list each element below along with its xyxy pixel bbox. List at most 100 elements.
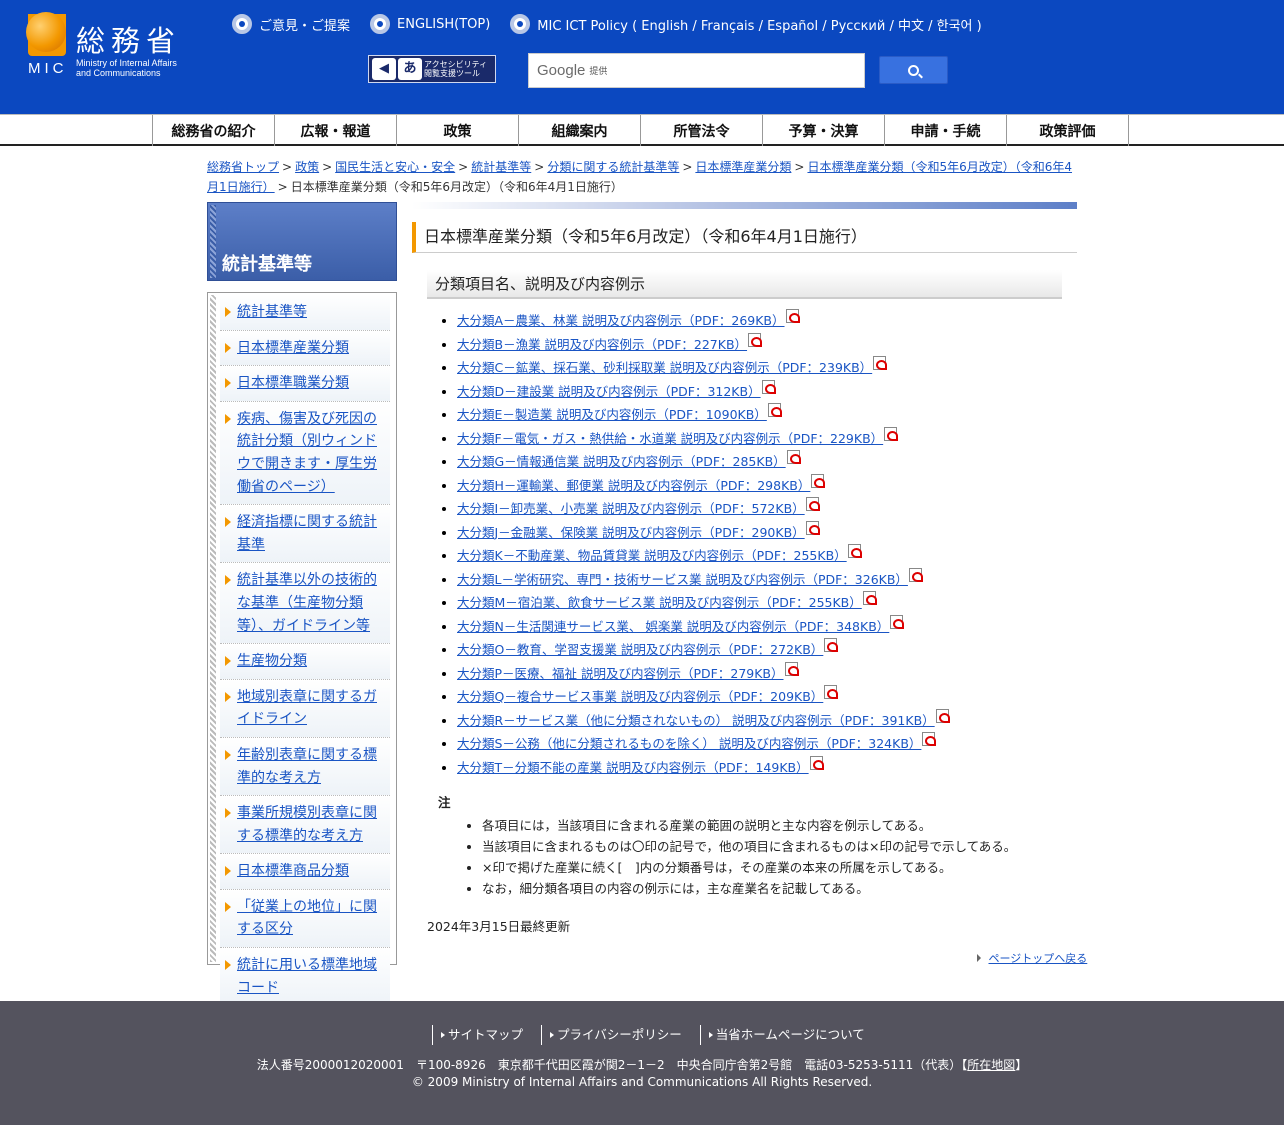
pdf-icon <box>873 356 888 370</box>
sidebar-item-link[interactable]: 統計基準以外の技術的な基準（生産物分類等）、ガイドライン等 <box>237 572 377 633</box>
sidebar-item-link[interactable]: 日本標準職業分類 <box>237 375 349 391</box>
english-top-link[interactable]: ENGLISH(TOP) <box>370 14 490 34</box>
list-item: 大分類M－宿泊業、飲食サービス業 説明及び内容例示（PDF：255KB） <box>457 591 1067 615</box>
gnav-item-budget[interactable]: 予算・決算 <box>763 115 885 146</box>
pdf-link[interactable]: 大分類H－運輸業、郵便業 説明及び内容例示（PDF：298KB） <box>457 478 810 493</box>
sidebar-item-link[interactable]: 日本標準商品分類 <box>237 863 349 879</box>
list-item: 大分類D－建設業 説明及び内容例示（PDF：312KB） <box>457 379 1067 404</box>
pdf-link[interactable]: 大分類J－金融業、保険業 説明及び内容例示（PDF：290KB） <box>457 525 805 540</box>
pdf-icon <box>935 708 950 723</box>
gnav-item-press[interactable]: 広報・報道 <box>275 115 397 146</box>
pdf-icon <box>748 332 763 347</box>
sidebar-item-link[interactable]: 地域別表章に関するガイドライン <box>237 689 377 728</box>
sidebar-item-link[interactable]: 日本標準産業分類 <box>237 340 349 356</box>
pdf-link[interactable]: 大分類M－宿泊業、飲食サービス業 説明及び内容例示（PDF：255KB） <box>457 595 862 610</box>
pdf-link[interactable]: 大分類R－サービス業（他に分類されないもの） 説明及び内容例示（PDF：391K… <box>457 713 935 728</box>
map-bracket-close: 】 <box>1015 1058 1028 1072</box>
sidebar-item: 経済指標に関する統計基準 <box>220 505 390 564</box>
pdf-link[interactable]: 大分類D－建設業 説明及び内容例示（PDF：312KB） <box>457 384 761 399</box>
sidebar-item-link[interactable]: 生産物分類 <box>237 653 307 669</box>
list-item: 大分類T－分類不能の産業 説明及び内容例示（PDF：149KB） <box>457 755 1067 780</box>
reading-icon: あ <box>398 58 422 80</box>
pdf-link[interactable]: 大分類L－学術研究、専門・技術サービス業 説明及び内容例示（PDF：326KB） <box>457 572 908 587</box>
breadcrumb-link-jsic[interactable]: 日本標準産業分類 <box>695 160 791 174</box>
site-header: 総務省 MIC Ministry of Internal Affairs and… <box>0 0 1284 114</box>
search-button[interactable] <box>879 56 948 84</box>
logo-kanji: 総務省 <box>76 24 182 58</box>
pdf-icon <box>922 732 937 746</box>
page-title: 日本標準産業分類（令和5年6月改定）（令和6年4月1日施行） <box>412 222 1077 253</box>
a11y-label-line-1: アクセシビリティ <box>424 60 488 69</box>
gnav-item-about[interactable]: 総務省の紹介 <box>153 115 275 146</box>
pdf-link[interactable]: 大分類S－公務（他に分類されるものを除く） 説明及び内容例示（PDF：324KB… <box>457 736 921 751</box>
sidebar-title-text: 統計基準等 <box>222 254 312 275</box>
header-top-links: ご意見・ご提案 ENGLISH(TOP) MIC ICT Policy ( En… <box>232 14 1002 34</box>
sidebar-item-link[interactable]: 「従業上の地位」に関する区分 <box>237 899 377 938</box>
list-item: 大分類L－学術研究、専門・技術サービス業 説明及び内容例示（PDF：326KB） <box>457 567 1067 592</box>
pdf-link[interactable]: 大分類E－製造業 説明及び内容例示（PDF：1090KB） <box>457 407 767 422</box>
google-provided-label: 提供 <box>589 67 608 77</box>
note-item: 各項目には，当該項目に含まれる産業の範囲の説明と主な内容を例示してある。 <box>482 815 1064 836</box>
breadcrumb-link-top[interactable]: 総務省トップ <box>207 160 279 174</box>
breadcrumb-link-policy[interactable]: 政策 <box>295 160 319 174</box>
sidebar-item-link[interactable]: 疾病、傷害及び死因の統計分類（別ウィンドウで開きます・厚生労働省のページ） <box>237 411 377 495</box>
breadcrumb-separator: > <box>277 180 288 194</box>
pdf-link[interactable]: 大分類A－農業、林業 説明及び内容例示（PDF：269KB） <box>457 313 785 328</box>
pdf-link[interactable]: 大分類K－不動産業、物品賃貸業 説明及び内容例示（PDF：255KB） <box>457 548 847 563</box>
pdf-icon <box>908 567 923 582</box>
radio-bullet-icon <box>232 14 252 34</box>
gnav-item-organization[interactable]: 組織案内 <box>519 115 641 146</box>
breadcrumb-link-classification[interactable]: 分類に関する統計基準等 <box>547 160 679 174</box>
footer-link-about-site[interactable]: 当省ホームページについて <box>699 1025 883 1045</box>
pdf-link[interactable]: 大分類G－情報通信業 説明及び内容例示（PDF：285KB） <box>457 454 786 469</box>
sidebar-item-link[interactable]: 事業所規模別表章に関する標準的な考え方 <box>237 805 377 844</box>
pdf-icon <box>809 755 824 770</box>
pdf-icon <box>890 614 905 629</box>
gnav-item-policy[interactable]: 政策 <box>397 115 519 146</box>
speaker-icon: ◀ <box>372 58 396 80</box>
pdf-link[interactable]: 大分類F－電気・ガス・熱供給・水道業 説明及び内容例示（PDF：229KB） <box>457 431 883 446</box>
breadcrumb-link-safety[interactable]: 国民生活と安心・安全 <box>335 160 455 174</box>
pdf-icon <box>805 520 820 535</box>
logo-sub-line-1: Ministry of Internal Affairs <box>76 58 177 68</box>
footer-address-block: 法人番号2000012020001 〒100-8926 東京都千代田区霞が関2－… <box>0 1057 1284 1091</box>
pdf-link-list: 大分類A－農業、林業 説明及び内容例示（PDF：269KB） 大分類B－漁業 説… <box>437 309 1067 779</box>
pdf-link[interactable]: 大分類P－医療、福祉 説明及び内容例示（PDF：279KB） <box>457 666 784 681</box>
pdf-link[interactable]: 大分類C－鉱業、採石業、砂利採取業 説明及び内容例示（PDF：239KB） <box>457 360 872 375</box>
pdf-link[interactable]: 大分類Q－複合サービス事業 説明及び内容例示（PDF：209KB） <box>457 689 823 704</box>
pdf-link[interactable]: 大分類T－分類不能の産業 説明及び内容例示（PDF：149KB） <box>457 760 809 775</box>
breadcrumb-current: 日本標準産業分類（令和5年6月改定）（令和6年4月1日施行） <box>290 180 623 194</box>
pdf-link[interactable]: 大分類N－生活関連サービス業、 娯楽業 説明及び内容例示（PDF：348KB） <box>457 619 889 634</box>
footer-link-sitemap[interactable]: サイトマップ <box>432 1025 541 1045</box>
map-link[interactable]: 所在地図 <box>967 1058 1015 1072</box>
pdf-link[interactable]: 大分類I－卸売業、小売業 説明及び内容例示（PDF：572KB） <box>457 501 805 516</box>
sidebar-item: 地域別表章に関するガイドライン <box>220 679 390 738</box>
mic-logo[interactable]: 総務省 MIC Ministry of Internal Affairs and… <box>26 12 216 82</box>
sidebar-item-link[interactable]: 統計基準等 <box>237 304 307 320</box>
pdf-link[interactable]: 大分類B－漁業 説明及び内容例示（PDF：227KB） <box>457 337 747 352</box>
list-item: 大分類K－不動産業、物品賃貸業 説明及び内容例示（PDF：255KB） <box>457 544 1067 568</box>
pdf-link[interactable]: 大分類O－教育、学習支援業 説明及び内容例示（PDF：272KB） <box>457 642 823 657</box>
footer-link-privacy[interactable]: プライバシーポリシー <box>541 1025 700 1045</box>
page-top-link[interactable]: ページトップへ戻る <box>989 952 1088 965</box>
sidebar-item-link[interactable]: 統計に用いる標準地域コード <box>237 957 377 996</box>
search-input[interactable]: Google 提供 <box>528 53 865 88</box>
gnav-item-applications[interactable]: 申請・手続 <box>885 115 1007 146</box>
opinion-link[interactable]: ご意見・ご提案 <box>232 14 350 34</box>
list-item: 大分類G－情報通信業 説明及び内容例示（PDF：285KB） <box>457 450 1067 474</box>
sidebar-item-link[interactable]: 経済指標に関する統計基準 <box>237 514 377 553</box>
sidebar-title: 統計基準等 <box>207 202 397 281</box>
breadcrumb-link-standards[interactable]: 統計基準等 <box>471 160 531 174</box>
accessibility-tool-button[interactable]: ◀ あ アクセシビリティ 閲覧支援ツール <box>368 55 496 83</box>
page-top-link-wrap: ページトップへ戻る <box>977 950 1088 966</box>
breadcrumb-separator: > <box>682 160 693 174</box>
breadcrumb-separator: > <box>458 160 469 174</box>
gnav-item-evaluation[interactable]: 政策評価 <box>1007 115 1129 146</box>
logo-sub-line-2: and Communications <box>76 68 161 78</box>
gnav-item-laws[interactable]: 所管法令 <box>641 115 763 146</box>
pdf-icon <box>805 497 820 511</box>
list-item: 大分類E－製造業 説明及び内容例示（PDF：1090KB） <box>457 403 1067 427</box>
ict-policy-link[interactable]: MIC ICT Policy ( English / Français / Es… <box>510 14 982 34</box>
sidebar-item-link[interactable]: 年齢別表章に関する標準的な考え方 <box>237 747 377 786</box>
sidebar-item: 日本標準産業分類 <box>220 330 390 367</box>
